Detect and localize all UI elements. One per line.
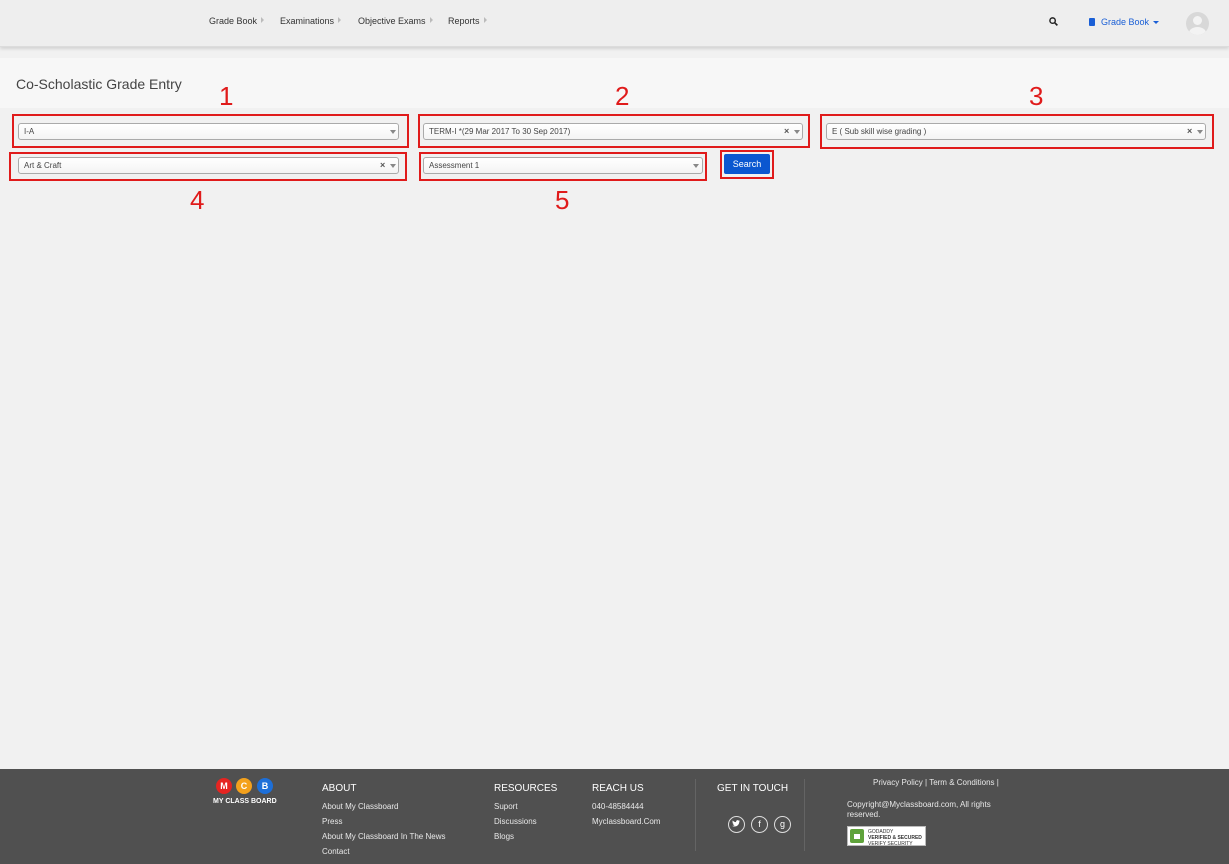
nav-label: Examinations [280,16,335,26]
nav-label: Reports [448,16,480,26]
subject-select-value: Art & Craft [24,161,62,170]
caret-right-icon [483,17,487,23]
caret-right-icon [338,17,342,23]
nav-label: Objective Exams [358,16,426,26]
avatar[interactable] [1186,12,1209,35]
dropdown-arrow-icon [1197,130,1203,134]
footer-link-contact[interactable]: Contact [322,847,350,856]
term-select[interactable]: TERM-I *(29 Mar 2017 To 30 Sep 2017) × [423,123,803,140]
google-plus-icon[interactable]: g [774,816,791,833]
page-title: Co-Scholastic Grade Entry [16,76,182,92]
dropdown-arrow-icon [693,164,699,168]
footer-divider [695,779,696,851]
footer-link-news[interactable]: About My Classboard In The News [322,832,445,841]
footer-link-about[interactable]: About My Classboard [322,802,398,811]
nav-reports[interactable]: Reports [448,16,487,26]
logo-letter-c: C [236,778,252,794]
copyright-text: Copyright@Myclassboard.com, All rights r… [847,800,991,819]
footer-about-heading: ABOUT [322,783,357,794]
twitter-icon[interactable] [728,816,745,833]
assessment-select-value: Assessment 1 [429,161,480,170]
caret-right-icon [261,17,265,23]
lock-icon [850,829,864,843]
footer-link-discussions[interactable]: Discussions [494,817,537,826]
footer-website-link[interactable]: Myclassboard.Com [592,817,660,826]
chevron-down-icon [1153,21,1160,24]
terms-link[interactable]: Term & Conditions [929,778,994,787]
logo-letter-b: B [257,778,273,794]
assessment-select[interactable]: Assessment 1 [423,157,703,174]
nav-grade-book[interactable]: Grade Book [209,16,265,26]
search-icon[interactable] [1049,17,1058,26]
footer-divider [804,779,805,851]
clear-icon[interactable]: × [380,160,385,170]
badge-sub: VERIFY SECURITY [868,841,913,847]
godaddy-badge[interactable]: GODADDY VERIFIED & SECURED VERIFY SECURITY [847,826,926,847]
footer-link-blogs[interactable]: Blogs [494,832,514,841]
nav-examinations[interactable]: Examinations [280,16,342,26]
footer-link-press[interactable]: Press [322,817,342,826]
annotation-number-3: 3 [1029,81,1044,111]
footer-phone: 040-48584444 [592,802,644,811]
logo-letter-m: M [216,778,232,794]
dropdown-arrow-icon [390,130,396,134]
class-select[interactable]: I-A [18,123,399,140]
term-select-value: TERM-I *(29 Mar 2017 To 30 Sep 2017) [429,127,571,136]
clear-icon[interactable]: × [784,126,789,136]
footer-touch-heading: GET IN TOUCH [717,783,789,794]
footer-reach-heading: REACH US [592,783,644,794]
privacy-policy-link[interactable]: Privacy Policy [873,778,923,787]
dropdown-arrow-icon [794,130,800,134]
separator: | [996,778,999,787]
grade-book-dropdown-label: Grade Book [1101,17,1150,27]
footer-link-support[interactable]: Suport [494,802,518,811]
dropdown-arrow-icon [390,164,396,168]
separator: | [925,778,928,787]
footer: M C B MY CLASS BOARD ABOUT About My Clas… [0,769,1229,864]
book-icon [1089,18,1095,26]
grade-book-dropdown[interactable]: Grade Book [1089,17,1160,27]
logo-text: MY CLASS BOARD [213,798,277,805]
class-select-value: I-A [24,127,35,136]
annotation-number-5: 5 [555,185,570,215]
grading-select-value: E ( Sub skill wise grading ) [832,127,927,136]
clear-icon[interactable]: × [1187,126,1192,136]
annotation-number-2: 2 [615,81,630,111]
subject-select[interactable]: Art & Craft × [18,157,399,174]
nav-label: Grade Book [209,16,258,26]
search-button[interactable]: Search [724,154,770,174]
annotation-number-1: 1 [219,81,234,111]
footer-resources-heading: RESOURCES [494,783,558,794]
nav-objective-exams[interactable]: Objective Exams [358,16,433,26]
grading-select[interactable]: E ( Sub skill wise grading ) × [826,123,1206,140]
badge-text: GODADDY VERIFIED & SECURED VERIFY SECURITY [868,829,922,847]
facebook-icon[interactable]: f [751,816,768,833]
footer-legal-links: Privacy Policy | Term & Conditions | [873,778,999,787]
top-navbar: Grade Book Examinations Objective Exams … [0,0,1229,47]
annotation-number-4: 4 [190,185,205,215]
caret-right-icon [429,17,433,23]
